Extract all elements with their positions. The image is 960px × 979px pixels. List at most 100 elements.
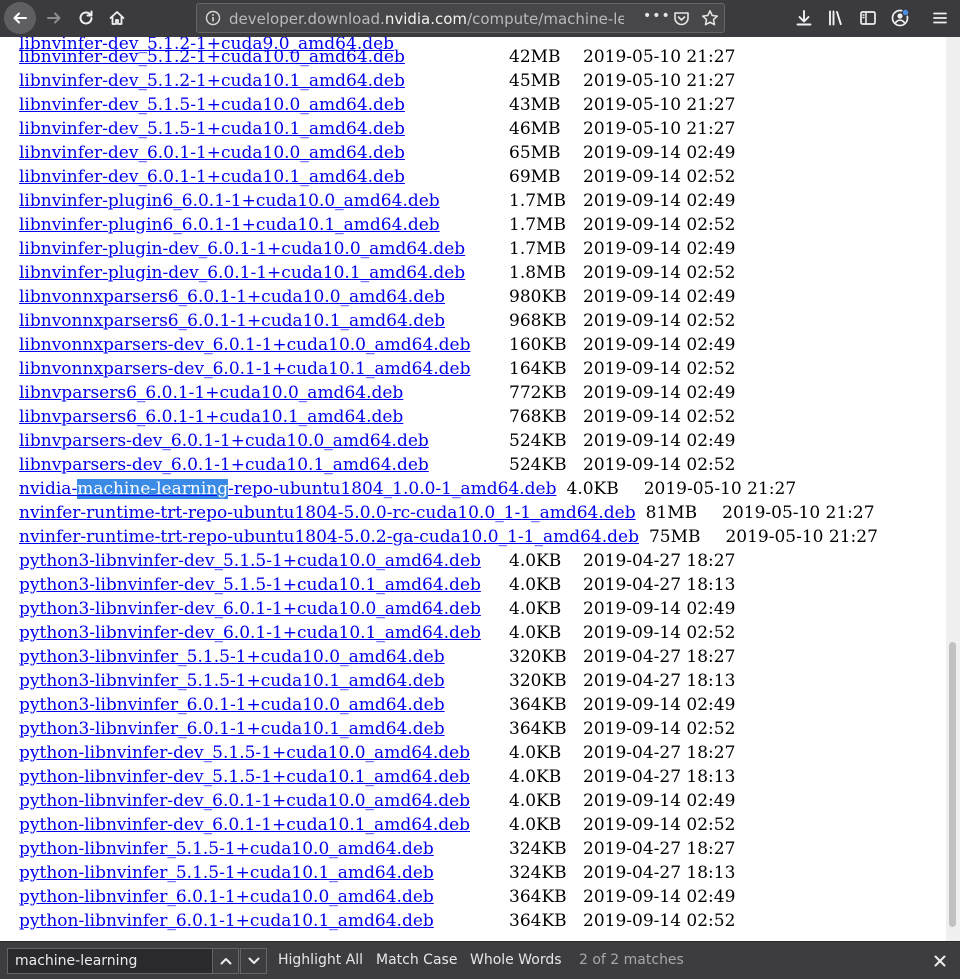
page-actions-menu-button[interactable]: ••• bbox=[643, 8, 671, 24]
file-date: 2019-09-14 02:52 bbox=[583, 455, 736, 475]
file-size: 980KB bbox=[509, 287, 567, 307]
file-row: nvinfer-runtime-trt-repo-ubuntu1804-5.0.… bbox=[19, 525, 878, 549]
file-date: 2019-05-10 21:27 bbox=[722, 503, 875, 523]
file-date: 2019-05-10 21:27 bbox=[725, 527, 878, 547]
file-link[interactable]: python-libnvinfer-dev_6.0.1-1+cuda10.1_a… bbox=[19, 815, 470, 835]
file-date: 2019-09-14 02:52 bbox=[583, 911, 736, 931]
file-link[interactable]: python-libnvinfer_5.1.5-1+cuda10.0_amd64… bbox=[19, 839, 434, 859]
whole-words-toggle[interactable]: Whole Words bbox=[470, 952, 562, 968]
file-link[interactable]: libnvinfer-plugin6_6.0.1-1+cuda10.0_amd6… bbox=[19, 191, 440, 211]
chevron-down-icon bbox=[247, 954, 261, 968]
sidebar-button[interactable] bbox=[853, 3, 883, 33]
file-link[interactable]: libnvinfer-dev_6.0.1-1+cuda10.1_amd64.de… bbox=[19, 167, 405, 187]
file-link[interactable]: libnvonnxparsers-dev_6.0.1-1+cuda10.1_am… bbox=[19, 359, 471, 379]
file-date: 2019-05-10 21:27 bbox=[583, 71, 736, 91]
file-size: 4.0KB bbox=[509, 791, 562, 811]
find-match-count: 2 of 2 matches bbox=[579, 952, 684, 968]
find-previous-button[interactable] bbox=[212, 948, 239, 974]
file-link[interactable]: libnvinfer-dev_6.0.1-1+cuda10.0_amd64.de… bbox=[19, 143, 405, 163]
menu-button[interactable] bbox=[925, 3, 955, 33]
file-date: 2019-09-14 02:52 bbox=[583, 263, 736, 283]
pocket-icon[interactable] bbox=[673, 10, 690, 27]
file-size: 324KB bbox=[509, 839, 567, 859]
file-row: python-libnvinfer-dev_6.0.1-1+cuda10.0_a… bbox=[19, 789, 735, 813]
file-date: 2019-09-14 02:49 bbox=[583, 239, 736, 259]
highlight-all-toggle[interactable]: Highlight All bbox=[278, 952, 363, 968]
browser-toolbar: developer.download.nvidia.com/compute/ma… bbox=[0, 0, 960, 37]
file-link[interactable]: python3-libnvinfer-dev_6.0.1-1+cuda10.1_… bbox=[19, 623, 481, 643]
file-size: 324KB bbox=[509, 863, 567, 883]
file-date: 2019-04-27 18:13 bbox=[583, 767, 736, 787]
file-link[interactable]: libnvparsers6_6.0.1-1+cuda10.1_amd64.deb bbox=[19, 407, 403, 427]
file-link[interactable]: nvidia-machine-learning-repo-ubuntu1804_… bbox=[19, 479, 557, 499]
home-icon bbox=[108, 9, 126, 27]
home-button[interactable] bbox=[102, 3, 132, 33]
file-link[interactable]: python-libnvinfer_6.0.1-1+cuda10.0_amd64… bbox=[19, 887, 434, 907]
address-bar[interactable]: developer.download.nvidia.com/compute/ma… bbox=[196, 3, 725, 33]
file-link[interactable]: libnvparsers6_6.0.1-1+cuda10.0_amd64.deb bbox=[19, 383, 403, 403]
info-icon[interactable] bbox=[205, 10, 221, 26]
file-link[interactable]: libnvinfer-plugin-dev_6.0.1-1+cuda10.1_a… bbox=[19, 263, 465, 283]
file-size: 1.7MB bbox=[509, 191, 566, 211]
file-link[interactable]: python-libnvinfer-dev_6.0.1-1+cuda10.0_a… bbox=[19, 791, 470, 811]
file-row: libnvinfer-plugin6_6.0.1-1+cuda10.0_amd6… bbox=[19, 189, 735, 213]
file-link[interactable]: python-libnvinfer_6.0.1-1+cuda10.1_amd64… bbox=[19, 911, 434, 931]
file-link-text: nvidia- bbox=[19, 479, 78, 499]
file-link[interactable]: libnvinfer-plugin6_6.0.1-1+cuda10.1_amd6… bbox=[19, 215, 440, 235]
file-link[interactable]: nvinfer-runtime-trt-repo-ubuntu1804-5.0.… bbox=[19, 503, 636, 523]
file-link[interactable]: libnvinfer-dev_5.1.2-1+cuda10.0_amd64.de… bbox=[19, 47, 405, 67]
file-link[interactable]: nvinfer-runtime-trt-repo-ubuntu1804-5.0.… bbox=[19, 527, 639, 547]
file-link[interactable]: libnvinfer-dev_5.1.5-1+cuda10.0_amd64.de… bbox=[19, 95, 405, 115]
file-link[interactable]: python3-libnvinfer-dev_5.1.5-1+cuda10.0_… bbox=[19, 551, 481, 571]
file-row: libnvinfer-plugin-dev_6.0.1-1+cuda10.1_a… bbox=[19, 261, 735, 285]
library-button[interactable] bbox=[821, 3, 851, 33]
find-next-button[interactable] bbox=[240, 948, 267, 974]
file-link[interactable]: python-libnvinfer_5.1.5-1+cuda10.1_amd64… bbox=[19, 863, 434, 883]
scrollbar-thumb[interactable] bbox=[949, 642, 956, 927]
find-input[interactable]: machine-learning bbox=[7, 948, 213, 974]
file-link[interactable]: python3-libnvinfer_6.0.1-1+cuda10.0_amd6… bbox=[19, 695, 445, 715]
file-link[interactable]: libnvinfer-plugin-dev_6.0.1-1+cuda10.0_a… bbox=[19, 239, 465, 259]
reload-button[interactable] bbox=[71, 3, 101, 33]
file-link[interactable]: python-libnvinfer-dev_5.1.5-1+cuda10.0_a… bbox=[19, 743, 470, 763]
file-size: 524KB bbox=[509, 431, 567, 451]
find-highlight: machine-learning bbox=[77, 479, 229, 499]
file-row: libnvinfer-dev_5.1.5-1+cuda10.1_amd64.de… bbox=[19, 117, 735, 141]
bookmark-star-icon[interactable] bbox=[701, 9, 719, 27]
file-link[interactable]: libnvonnxparsers6_6.0.1-1+cuda10.1_amd64… bbox=[19, 311, 445, 331]
url-text[interactable]: developer.download.nvidia.com/compute/ma… bbox=[229, 10, 624, 28]
file-date: 2019-05-10 21:27 bbox=[643, 479, 797, 499]
back-button[interactable] bbox=[4, 2, 36, 34]
file-row: libnvonnxparsers6_6.0.1-1+cuda10.1_amd64… bbox=[19, 309, 735, 333]
file-row: libnvinfer-plugin-dev_6.0.1-1+cuda10.0_a… bbox=[19, 237, 735, 261]
file-link[interactable]: libnvparsers-dev_6.0.1-1+cuda10.1_amd64.… bbox=[19, 455, 429, 475]
file-date: 2019-09-14 02:49 bbox=[583, 335, 736, 355]
file-link[interactable]: libnvonnxparsers-dev_6.0.1-1+cuda10.0_am… bbox=[19, 335, 471, 355]
file-size: 4.0KB bbox=[509, 743, 562, 763]
file-size: 4.0KB bbox=[509, 623, 562, 643]
account-button[interactable] bbox=[885, 3, 915, 33]
file-row: libnvparsers-dev_6.0.1-1+cuda10.0_amd64.… bbox=[19, 429, 735, 453]
file-size: 4.0KB bbox=[509, 575, 562, 595]
file-date: 2019-09-14 02:52 bbox=[583, 311, 736, 331]
forward-button[interactable] bbox=[39, 3, 69, 33]
file-link[interactable]: python3-libnvinfer-dev_5.1.5-1+cuda10.1_… bbox=[19, 575, 481, 595]
downloads-button[interactable] bbox=[789, 3, 819, 33]
file-link[interactable]: python3-libnvinfer_6.0.1-1+cuda10.1_amd6… bbox=[19, 719, 445, 739]
file-link[interactable]: libnvonnxparsers6_6.0.1-1+cuda10.0_amd64… bbox=[19, 287, 445, 307]
file-link[interactable]: libnvinfer-dev_5.1.5-1+cuda10.1_amd64.de… bbox=[19, 119, 405, 139]
file-date: 2019-05-10 21:27 bbox=[583, 95, 736, 115]
file-link[interactable]: python3-libnvinfer_5.1.5-1+cuda10.0_amd6… bbox=[19, 647, 445, 667]
file-link[interactable]: python-libnvinfer-dev_5.1.5-1+cuda10.1_a… bbox=[19, 767, 470, 787]
file-date: 2019-09-14 02:52 bbox=[583, 719, 736, 739]
file-date: 2019-09-14 02:49 bbox=[583, 791, 736, 811]
file-link[interactable]: libnvinfer-dev_5.1.2-1+cuda10.1_amd64.de… bbox=[19, 71, 405, 91]
file-link[interactable]: python3-libnvinfer_5.1.5-1+cuda10.1_amd6… bbox=[19, 671, 445, 691]
file-link[interactable]: libnvparsers-dev_6.0.1-1+cuda10.0_amd64.… bbox=[19, 431, 429, 451]
file-date: 2019-09-14 02:49 bbox=[583, 383, 736, 403]
file-size: 81MB bbox=[645, 503, 698, 523]
match-case-toggle[interactable]: Match Case bbox=[376, 952, 457, 968]
find-close-button[interactable] bbox=[929, 950, 951, 972]
vertical-scrollbar[interactable] bbox=[946, 37, 960, 941]
file-link[interactable]: python3-libnvinfer-dev_6.0.1-1+cuda10.0_… bbox=[19, 599, 481, 619]
